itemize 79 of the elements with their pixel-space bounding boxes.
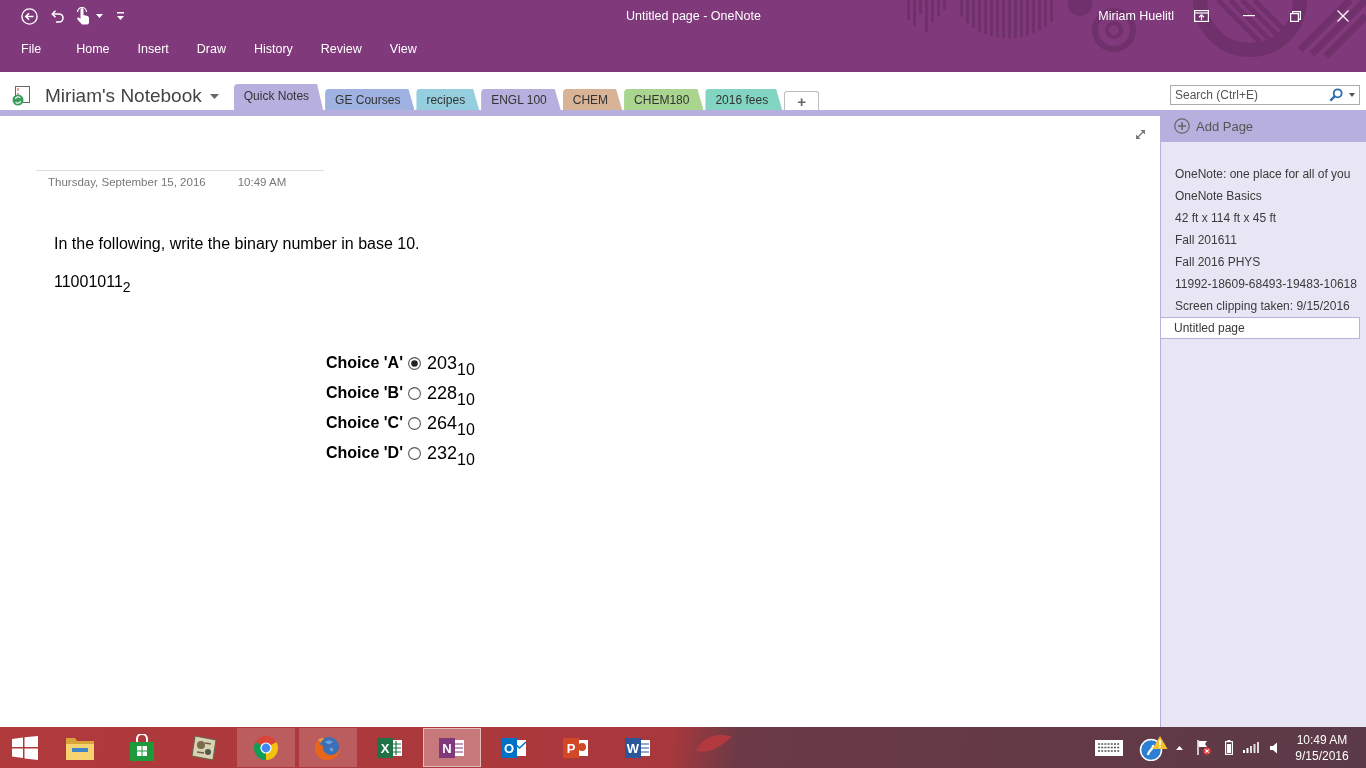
binary-number: 11001011$_{2}$ [54,272,131,292]
keyboard-icon[interactable] [1095,739,1123,756]
taskbar-button[interactable]: X [361,728,419,767]
radio-button[interactable] [407,386,421,400]
expand-icon[interactable] [1135,129,1146,140]
radio-button[interactable] [407,356,421,370]
restore-icon[interactable] [1290,10,1301,22]
choice-label: Choice 'A' [326,354,403,372]
minimize-icon[interactable] [1242,15,1255,17]
ribbon-tab[interactable]: Review [306,42,376,56]
caret-icon[interactable] [1349,93,1355,97]
account-name[interactable]: Miriam Huelitl [1098,9,1174,23]
search-icon[interactable] [1329,88,1343,102]
ribbon-tab[interactable]: Home [62,42,124,56]
add-page-button[interactable]: Add Page [1160,110,1366,142]
window-title: Untitled page - OneNote [626,9,761,23]
notebook-name[interactable]: Miriam's Notebook [45,85,202,107]
caret-icon[interactable] [96,14,103,18]
ribbon-tab[interactable]: Insert [123,42,183,56]
radio-button[interactable] [407,446,421,460]
plus-circle-icon [1174,118,1190,134]
section-tab[interactable]: recipes [416,89,480,110]
tray-time[interactable]: 10:49 AM [1296,731,1348,748]
choice-value: 264$_{10}$ [426,413,475,433]
choice-value: 232$_{10}$ [426,443,475,463]
shopping-bag-icon[interactable] [129,733,155,762]
choice-label: Choice 'D' [326,444,403,462]
section-tab[interactable]: CHEM180 [624,89,704,110]
taskbar-button[interactable]: P [547,728,605,767]
add-section-tab[interactable]: + [784,91,820,110]
chevron-up-icon[interactable] [1176,745,1183,750]
page-item[interactable]: OneNote Basics [1161,185,1360,207]
customize-icon[interactable] [117,12,124,20]
section-tab[interactable]: Quick Notes [233,84,324,110]
notebook-icon [12,86,30,106]
page-item[interactable]: 42 ft x 114 ft x 45 ft [1161,207,1360,229]
ribbon-tab[interactable]: Draw [182,42,240,56]
signal-icon[interactable] [1243,742,1260,753]
speaker-icon[interactable] [1270,741,1278,754]
page-item[interactable]: OneNote: one place for all of you [1161,163,1360,185]
page-item[interactable]: Untitled page [1160,317,1360,339]
tray-date[interactable]: 9/15/2016 [1295,747,1349,764]
radio-button[interactable] [407,416,421,430]
flag-icon[interactable] [1197,740,1211,755]
ribbon-tab[interactable]: History [239,42,307,56]
taskbar-button[interactable]: O [485,728,543,767]
section-tab[interactable]: GE Courses [325,89,415,110]
close-icon[interactable] [1336,10,1349,22]
choice-value: 228$_{10}$ [426,383,475,403]
round-browser-icon[interactable] [253,734,279,761]
section-tab[interactable]: CHEM [562,89,623,110]
taskbar-button[interactable]: W [609,728,667,767]
ribbon-display-icon[interactable] [1194,10,1209,22]
choice-label: Choice 'B' [326,384,403,402]
search-field[interactable]: Search (Ctrl+E) [1170,85,1360,105]
page-item[interactable]: Fall 201611 [1161,229,1360,251]
caret-icon[interactable] [209,94,219,99]
wallpaper-streak [694,733,734,755]
start-icon[interactable] [11,735,38,760]
choice-label: Choice 'C' [326,414,403,432]
time-text: 10:49 AM [237,175,287,189]
taskbar-button[interactable] [237,728,295,767]
page-item[interactable]: 11992-18609-68493-19483-10618 [1161,273,1360,295]
back-icon[interactable] [21,7,38,25]
battery-icon[interactable] [1225,740,1233,755]
question-text: In the following, write the binary number in base 10. [54,234,420,254]
ribbon-tab[interactable]: View [375,42,431,56]
touch-icon[interactable] [75,7,91,25]
globe-warning-icon[interactable] [1139,734,1168,761]
page-item[interactable]: Screen clipping taken: 9/15/2016 [1161,295,1360,317]
page-item[interactable]: Fall 2016 PHYS [1161,251,1360,273]
undo-icon[interactable] [50,9,65,23]
choice-value: 203$_{10}$ [426,353,475,373]
date-text: Thursday, September 15, 2016 [48,175,206,189]
card-app-icon[interactable] [190,733,218,762]
section-tab[interactable]: 2016 fees [705,89,783,110]
taskbar-button[interactable]: N [423,728,481,767]
ribbon-tab[interactable]: File [7,42,56,56]
section-tab[interactable]: ENGL 100 [481,89,561,110]
